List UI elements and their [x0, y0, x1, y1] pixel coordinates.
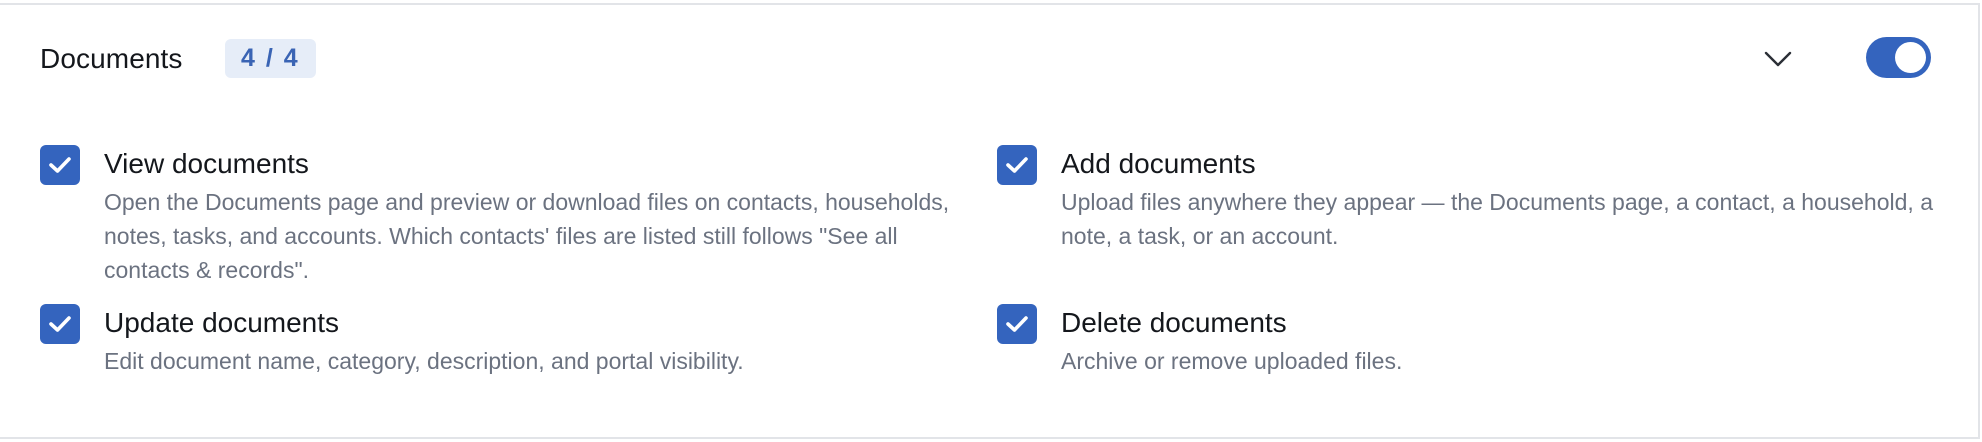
section-header: Documents 4 / 4 [0, 5, 1978, 109]
add-documents-checkbox[interactable] [997, 145, 1037, 185]
permission-count-badge: 4 / 4 [225, 39, 316, 78]
expand-collapse-button[interactable] [1760, 41, 1796, 77]
delete-documents-checkbox[interactable] [997, 304, 1037, 344]
checkmark-icon [49, 316, 71, 332]
section-title: Documents [40, 43, 183, 74]
permission-description: Upload files anywhere they appear — the … [1061, 189, 1933, 249]
permission-label: View documents [104, 148, 309, 179]
checkmark-icon [49, 157, 71, 173]
update-documents-checkbox[interactable] [40, 304, 80, 344]
permission-description: Open the Documents page and preview or d… [104, 189, 950, 283]
permission-label: Add documents [1061, 148, 1256, 179]
toggle-knob [1895, 42, 1926, 73]
view-documents-checkbox[interactable] [40, 145, 80, 185]
section-enabled-toggle[interactable] [1866, 37, 1931, 78]
chevron-down-icon [1764, 51, 1792, 67]
checkmark-icon [1006, 157, 1028, 173]
permission-description: Edit document name, category, descriptio… [104, 348, 744, 374]
permission-label: Delete documents [1061, 307, 1287, 338]
checkmark-icon [1006, 316, 1028, 332]
permission-label: Update documents [104, 307, 340, 338]
permission-description: Archive or remove uploaded files. [1061, 348, 1403, 374]
permission-section-card: Documents 4 / 4 View documents Open the … [0, 3, 1980, 439]
